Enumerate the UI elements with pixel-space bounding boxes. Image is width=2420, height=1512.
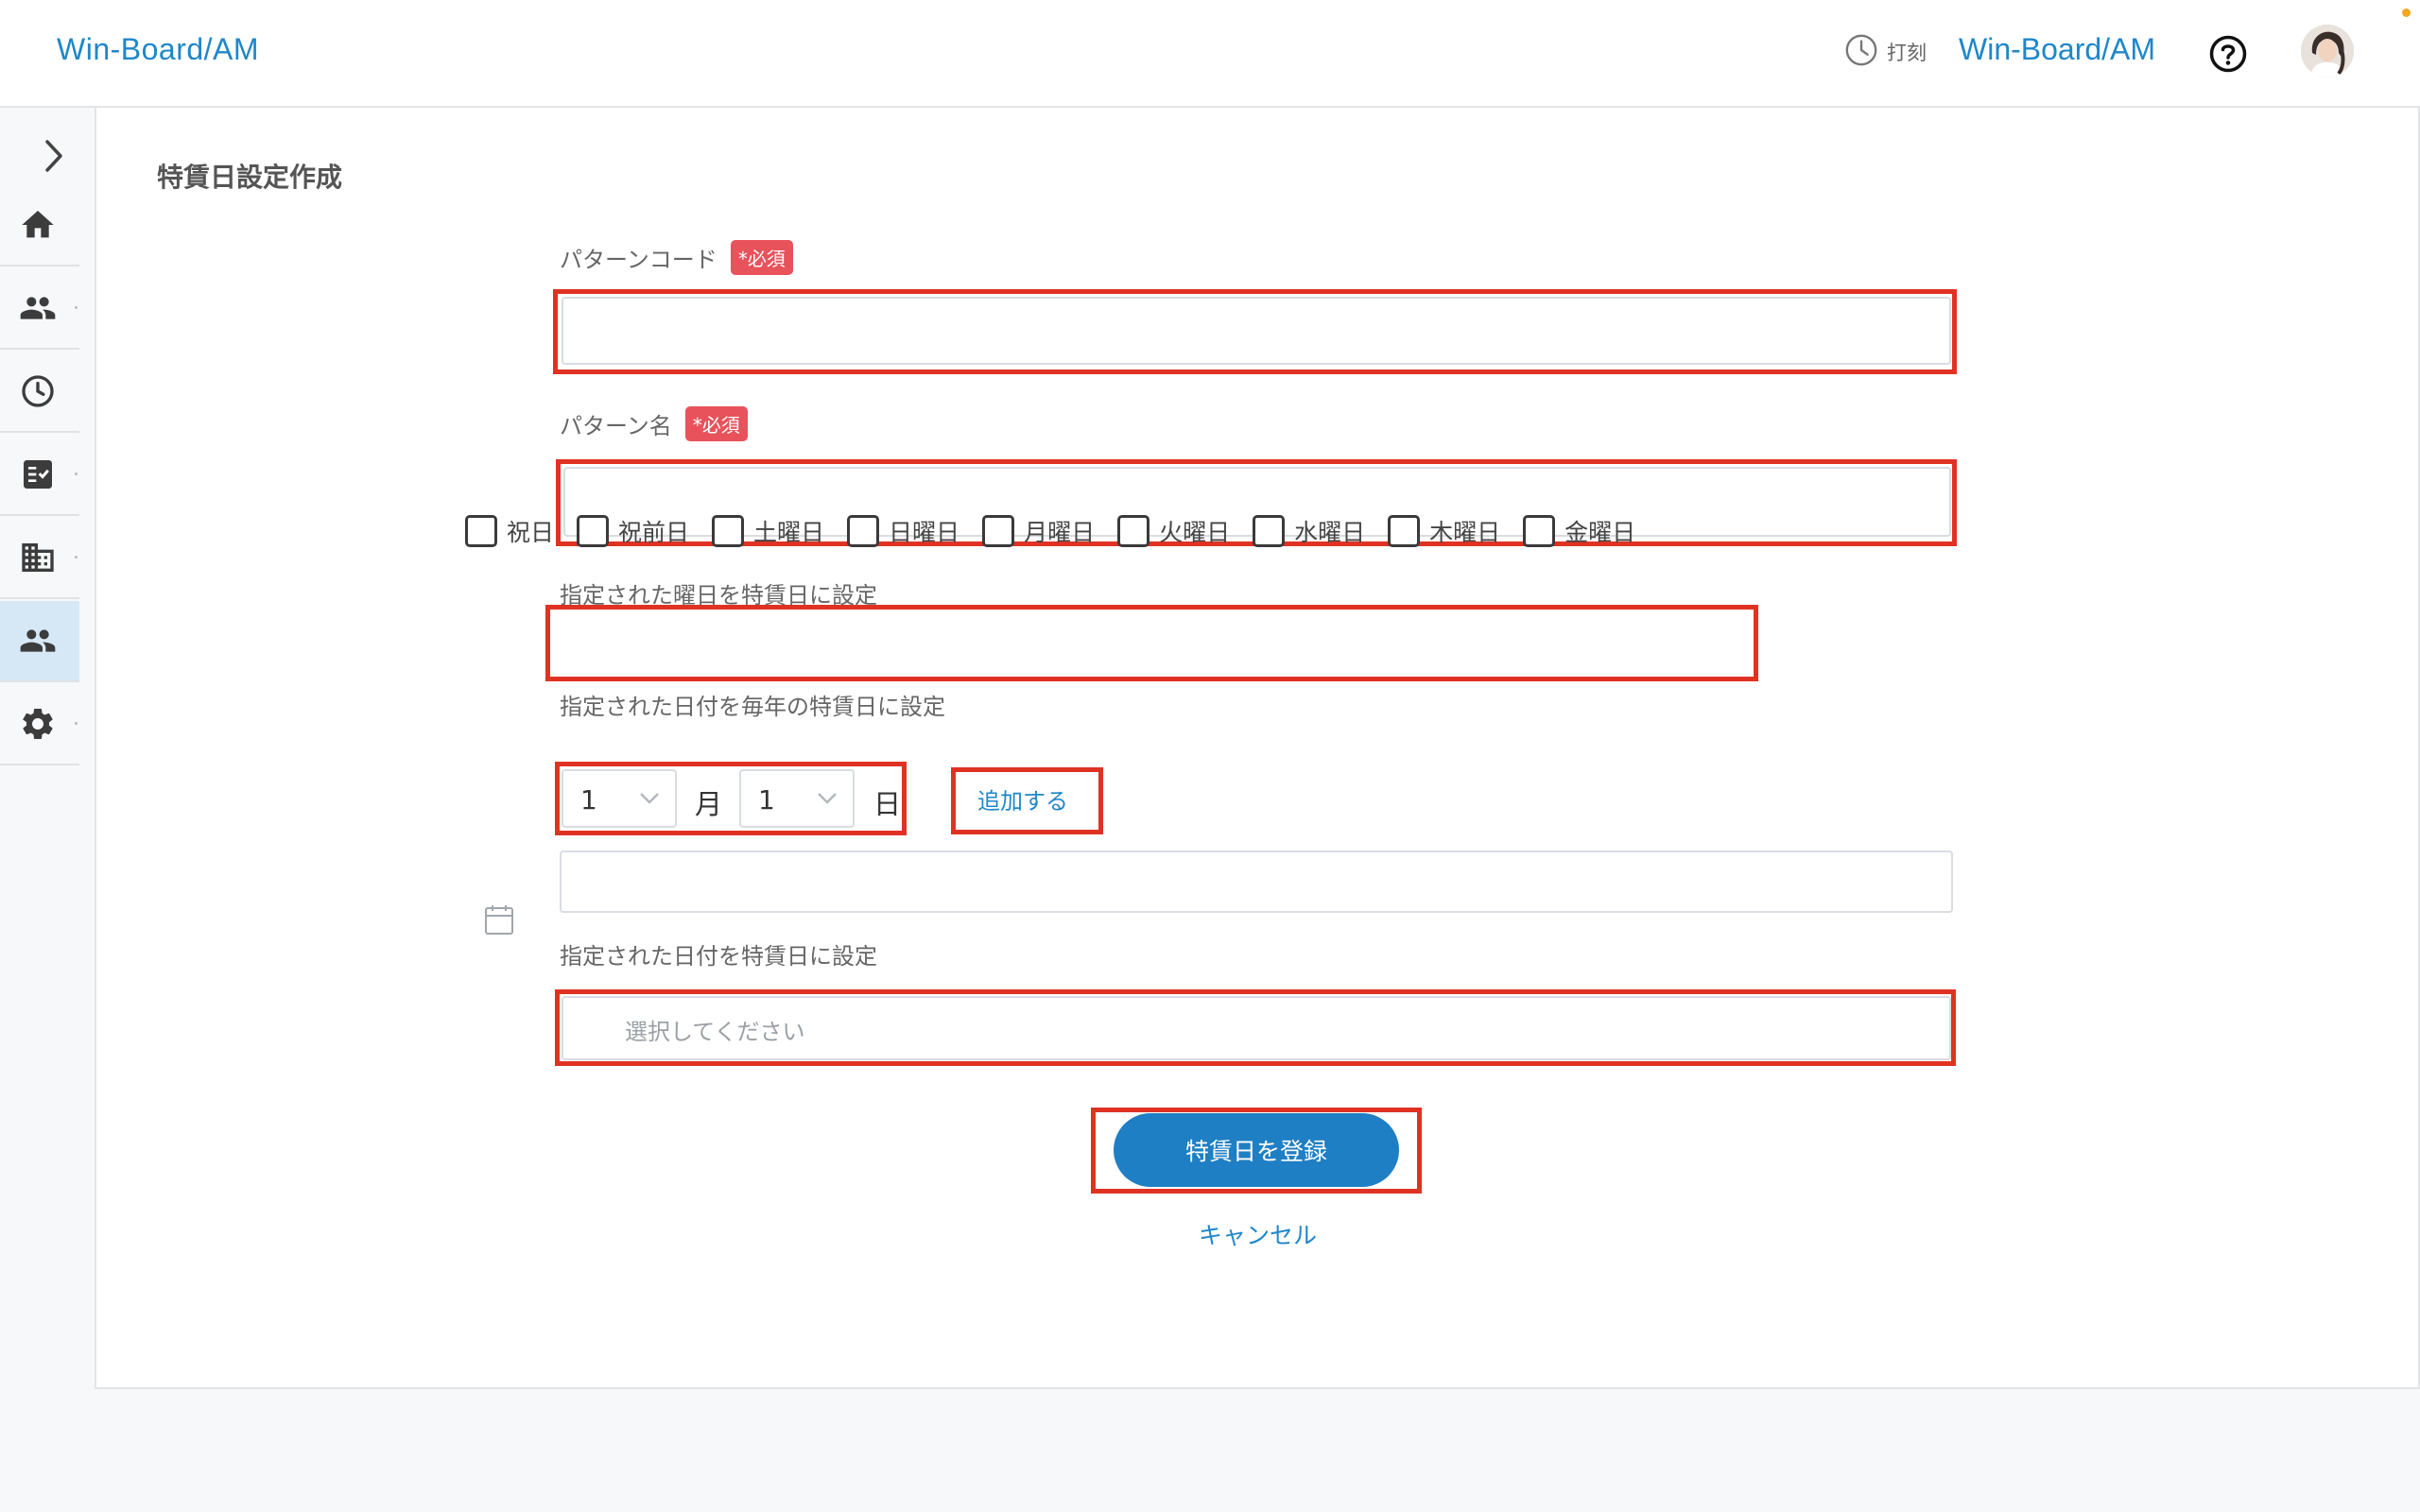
help-icon[interactable] — [2208, 34, 2248, 74]
pattern-name-label-text: パターン名 — [560, 413, 672, 439]
group-icon — [20, 629, 56, 652]
checkbox-box[interactable] — [465, 515, 497, 547]
sidebar-dot — [75, 306, 78, 309]
sidebar-item-users[interactable] — [0, 268, 79, 350]
checkbox-box[interactable] — [1253, 515, 1286, 547]
app-name: Win-Board/AM — [1959, 32, 2156, 66]
checkbox-tuesday[interactable]: 火曜日 — [1117, 514, 1230, 548]
add-date-button[interactable]: 追加する — [977, 782, 1068, 816]
checkbox-label: 木曜日 — [1429, 519, 1501, 546]
sidebar-expand-icon[interactable] — [34, 134, 72, 178]
pattern-code-label-text: パターンコード — [560, 247, 717, 273]
checkbox-box[interactable] — [982, 515, 1015, 547]
checkbox-box[interactable] — [1523, 515, 1556, 547]
register-button[interactable]: 特賃日を登録 — [1114, 1113, 1399, 1187]
checkbox-thursday[interactable]: 木曜日 — [1388, 514, 1500, 548]
sidebar-dot — [75, 722, 78, 725]
sidebar-item-company[interactable] — [0, 518, 79, 599]
pattern-code-input[interactable] — [562, 297, 1951, 365]
required-badge: *必須 — [684, 406, 748, 441]
sidebar-dot — [75, 472, 78, 475]
sidebar-item-home[interactable] — [0, 185, 79, 266]
required-badge: *必須 — [730, 240, 793, 275]
pattern-code-label: パターンコード *必須 — [560, 240, 793, 275]
sidebar-item-tasks[interactable] — [0, 435, 79, 516]
clock-icon — [22, 375, 54, 407]
checkbox-holiday[interactable]: 祝日 — [465, 514, 554, 548]
checkbox-box[interactable] — [577, 515, 610, 547]
month-value: 1 — [580, 784, 597, 816]
checkbox-label: 祝前日 — [618, 519, 690, 546]
sidebar-dot — [75, 556, 78, 558]
building-icon — [22, 543, 54, 572]
chevron-down-icon — [818, 793, 837, 804]
yearly-dates-list — [560, 850, 1953, 913]
checkbox-label: 日曜日 — [889, 519, 960, 546]
checkbox-sunday[interactable]: 日曜日 — [847, 514, 959, 548]
day-select[interactable]: 1 — [739, 769, 855, 828]
checkbox-box[interactable] — [712, 515, 745, 547]
date-section-label: 指定された日付を特賃日に設定 — [560, 943, 877, 970]
brand-logo[interactable]: Win-Board/AM — [57, 32, 259, 67]
pattern-name-label: パターン名 *必須 — [560, 406, 748, 441]
calendar-icon — [485, 905, 513, 935]
user-avatar[interactable] — [2301, 25, 2354, 77]
checkbox-friday[interactable]: 金曜日 — [1523, 514, 1635, 548]
checkbox-day-before-holiday[interactable]: 祝前日 — [577, 514, 689, 548]
clock-in-button[interactable]: 打刻 — [1843, 32, 1927, 68]
users-icon — [20, 297, 56, 319]
sidebar-item-groups[interactable] — [0, 601, 79, 682]
date-picker-placeholder: 選択してください — [625, 1019, 805, 1045]
gear-icon — [22, 709, 53, 739]
checkbox-label: 火曜日 — [1159, 519, 1231, 546]
home-icon — [22, 211, 54, 238]
sidebar-item-attendance[interactable] — [0, 352, 79, 433]
checkbox-monday[interactable]: 月曜日 — [982, 514, 1095, 548]
task-list-icon — [24, 460, 52, 489]
sidebar-item-settings[interactable] — [0, 684, 79, 765]
clock-in-label: 打刻 — [1887, 42, 1927, 64]
day-unit: 日 — [873, 788, 902, 820]
yearly-section-label: 指定された日付を毎年の特賃日に設定 — [560, 694, 945, 720]
notification-dot — [2402, 9, 2411, 17]
checkbox-saturday[interactable]: 土曜日 — [712, 514, 824, 548]
checkbox-box[interactable] — [1117, 515, 1150, 547]
checkbox-box[interactable] — [1388, 515, 1421, 547]
month-unit: 月 — [695, 788, 723, 820]
day-value: 1 — [758, 784, 775, 816]
avatar-image — [2301, 25, 2354, 77]
cancel-link[interactable]: キャンセル — [1199, 1217, 1317, 1251]
checkbox-wednesday[interactable]: 水曜日 — [1253, 514, 1365, 548]
page-title: 特賃日設定作成 — [157, 162, 343, 193]
checkbox-box[interactable] — [847, 515, 880, 547]
weekday-section-label: 指定された曜日を特賃日に設定 — [560, 582, 877, 609]
clock-icon — [1845, 34, 1877, 66]
month-select[interactable]: 1 — [562, 769, 677, 828]
sidebar — [0, 110, 79, 1512]
checkbox-label: 土曜日 — [753, 519, 825, 546]
checkbox-label: 水曜日 — [1294, 519, 1366, 546]
weekday-checkbox-group: 祝日 祝前日 土曜日 日曜日 月曜日 火曜日 水曜日 木曜日 金曜日 — [465, 514, 1658, 548]
checkbox-label: 祝日 — [507, 519, 555, 546]
checkbox-label: 金曜日 — [1564, 519, 1636, 546]
top-header: Win-Board/AM 打刻 Win-Board/AM — [0, 0, 2420, 108]
chevron-down-icon — [640, 793, 659, 804]
checkbox-label: 月曜日 — [1024, 519, 1096, 546]
